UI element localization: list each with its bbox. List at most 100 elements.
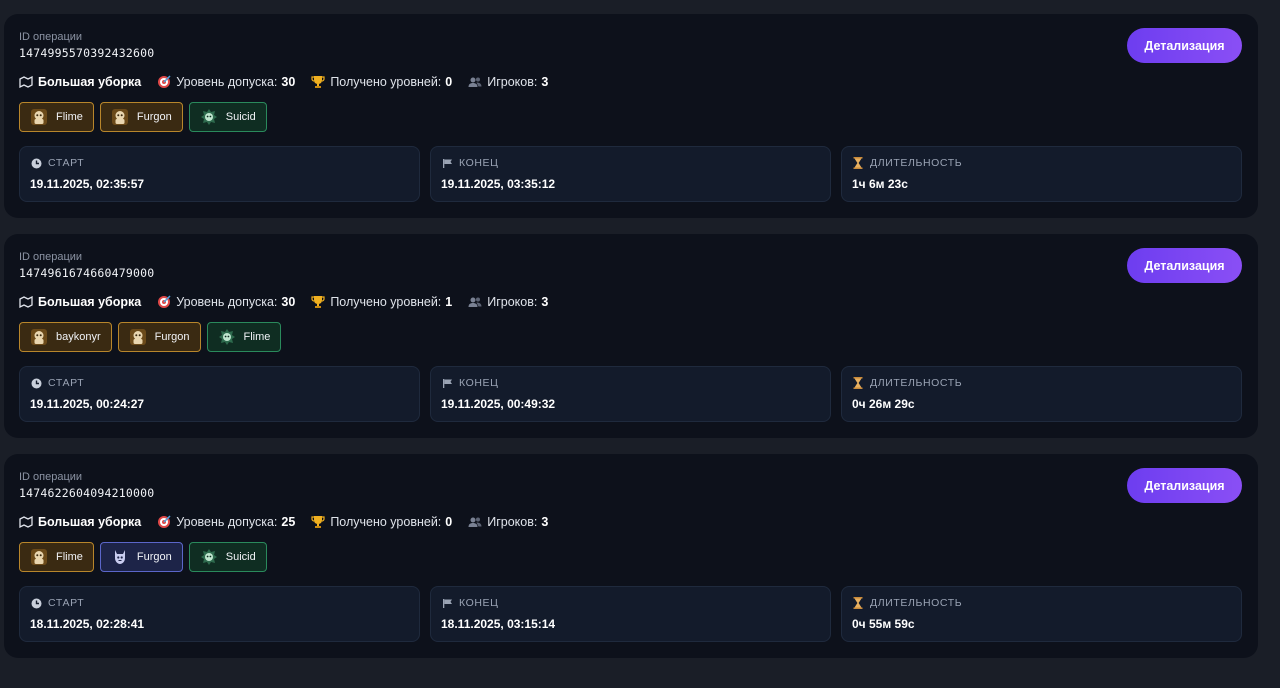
end-label: КОНЕЦ [441, 156, 820, 170]
start-label-text: СТАРТ [48, 157, 85, 169]
operation-meta: Большая уборка Уровень допуска: 30 Получ… [19, 74, 1243, 90]
clearance-value: 30 [281, 295, 296, 309]
end-value: 19.11.2025, 03:35:12 [441, 177, 556, 191]
players-value: 3 [541, 75, 549, 89]
levels-gained: Получено уровней: 0 [311, 515, 452, 529]
start-label: СТАРТ [30, 156, 409, 170]
map-icon [19, 75, 33, 89]
time-info: СТАРТ 18.11.2025, 02:28:41 КОНЕЦ 18.11.2… [19, 586, 1243, 642]
end-box: КОНЕЦ 19.11.2025, 03:35:12 [430, 146, 831, 202]
duration-box: ДЛИТЕЛЬНОСТЬ 0ч 26м 29с [841, 366, 1242, 422]
player-name: Suicid [225, 551, 256, 563]
players-label: Игроков: [487, 295, 538, 309]
end-value: 19.11.2025, 00:49:32 [441, 397, 556, 411]
operation-name: Большая уборка [19, 295, 141, 309]
clearance-label: Уровень допуска: [176, 515, 278, 529]
players-icon [468, 515, 482, 529]
hourglass-icon [852, 157, 864, 169]
players-value: 3 [541, 295, 549, 309]
operation-meta: Большая уборка Уровень допуска: 25 Получ… [19, 514, 1243, 530]
clock-icon [30, 597, 42, 609]
clearance-level: Уровень допуска: 25 [157, 515, 295, 529]
end-label-text: КОНЕЦ [459, 377, 499, 389]
player-chip[interactable]: Furgon [99, 102, 183, 132]
operation-id-label: ID операции [19, 471, 83, 483]
operation-id: 1474622604094210000 [19, 486, 155, 500]
player-name: Suicid [225, 111, 256, 123]
players-icon [468, 75, 482, 89]
player-name: Flime [243, 331, 271, 343]
avatar-icon [129, 328, 147, 346]
avatar-icon [200, 108, 218, 126]
duration-value: 1ч 6м 23с [852, 177, 908, 191]
avatar-icon [200, 548, 218, 566]
duration-label: ДЛИТЕЛЬНОСТЬ [852, 156, 1231, 170]
end-box: КОНЕЦ 18.11.2025, 03:15:14 [430, 586, 831, 642]
end-box: КОНЕЦ 19.11.2025, 00:49:32 [430, 366, 831, 422]
player-chip[interactable]: Furgon [117, 322, 201, 352]
player-chip[interactable]: Suicid [188, 542, 267, 572]
levels-gained: Получено уровней: 0 [311, 75, 452, 89]
player-name: Flime [56, 111, 83, 123]
operation-id-label: ID операции [19, 31, 83, 43]
player-chip[interactable]: baykonyr [19, 322, 112, 352]
player-name: Furgon [136, 111, 172, 123]
start-box: СТАРТ 18.11.2025, 02:28:41 [19, 586, 420, 642]
details-button[interactable]: Детализация [1127, 468, 1242, 503]
time-info: СТАРТ 19.11.2025, 00:24:27 КОНЕЦ 19.11.2… [19, 366, 1243, 422]
duration-label-text: ДЛИТЕЛЬНОСТЬ [870, 157, 963, 169]
avatar-icon [218, 328, 236, 346]
start-value: 18.11.2025, 02:28:41 [30, 617, 145, 631]
players-count: Игроков: 3 [468, 515, 548, 529]
start-label: СТАРТ [30, 376, 409, 390]
levels-value: 0 [445, 515, 453, 529]
players-count: Игроков: 3 [468, 295, 548, 309]
duration-value: 0ч 55м 59с [852, 617, 915, 631]
player-name: Furgon [154, 331, 190, 343]
avatar-icon [30, 108, 48, 126]
player-name: Furgon [136, 551, 172, 563]
player-name: Flime [56, 551, 83, 563]
player-chip[interactable]: Flime [19, 102, 94, 132]
flag-icon [441, 377, 453, 389]
clearance-level: Уровень допуска: 30 [157, 295, 295, 309]
details-button[interactable]: Детализация [1127, 248, 1242, 283]
avatar-icon [111, 108, 129, 126]
levels-label: Получено уровней: [330, 515, 442, 529]
clearance-value: 30 [281, 75, 296, 89]
players-count: Игроков: 3 [468, 75, 548, 89]
duration-label-text: ДЛИТЕЛЬНОСТЬ [870, 377, 963, 389]
start-box: СТАРТ 19.11.2025, 00:24:27 [19, 366, 420, 422]
end-value: 18.11.2025, 03:15:14 [441, 617, 556, 631]
players-list: Flime Furgon Suicid [19, 542, 1243, 572]
player-chip[interactable]: Furgon [99, 542, 183, 572]
operation-name: Большая уборка [19, 75, 141, 89]
player-chip[interactable]: Suicid [188, 102, 267, 132]
details-button[interactable]: Детализация [1127, 28, 1242, 63]
start-value: 19.11.2025, 00:24:27 [30, 397, 145, 411]
flag-icon [441, 597, 453, 609]
start-label: СТАРТ [30, 596, 409, 610]
clock-icon [30, 157, 42, 169]
player-chip[interactable]: Flime [206, 322, 282, 352]
start-label-text: СТАРТ [48, 377, 85, 389]
players-label: Игроков: [487, 515, 538, 529]
operation-name-text: Большая уборка [38, 515, 142, 529]
operation-id: 1474995570392432600 [19, 46, 155, 60]
trophy-icon [311, 295, 325, 309]
avatar-icon [30, 548, 48, 566]
map-icon [19, 515, 33, 529]
levels-value: 1 [445, 295, 453, 309]
operation-meta: Большая уборка Уровень допуска: 30 Получ… [19, 294, 1243, 310]
players-list: baykonyr Furgon Flime [19, 322, 1243, 352]
clock-icon [30, 377, 42, 389]
levels-label: Получено уровней: [330, 295, 442, 309]
trophy-icon [311, 75, 325, 89]
clearance-label: Уровень допуска: [176, 295, 278, 309]
avatar-icon [30, 328, 48, 346]
player-chip[interactable]: Flime [19, 542, 94, 572]
hourglass-icon [852, 597, 864, 609]
flag-icon [441, 157, 453, 169]
duration-label-text: ДЛИТЕЛЬНОСТЬ [870, 597, 963, 609]
start-label-text: СТАРТ [48, 597, 85, 609]
